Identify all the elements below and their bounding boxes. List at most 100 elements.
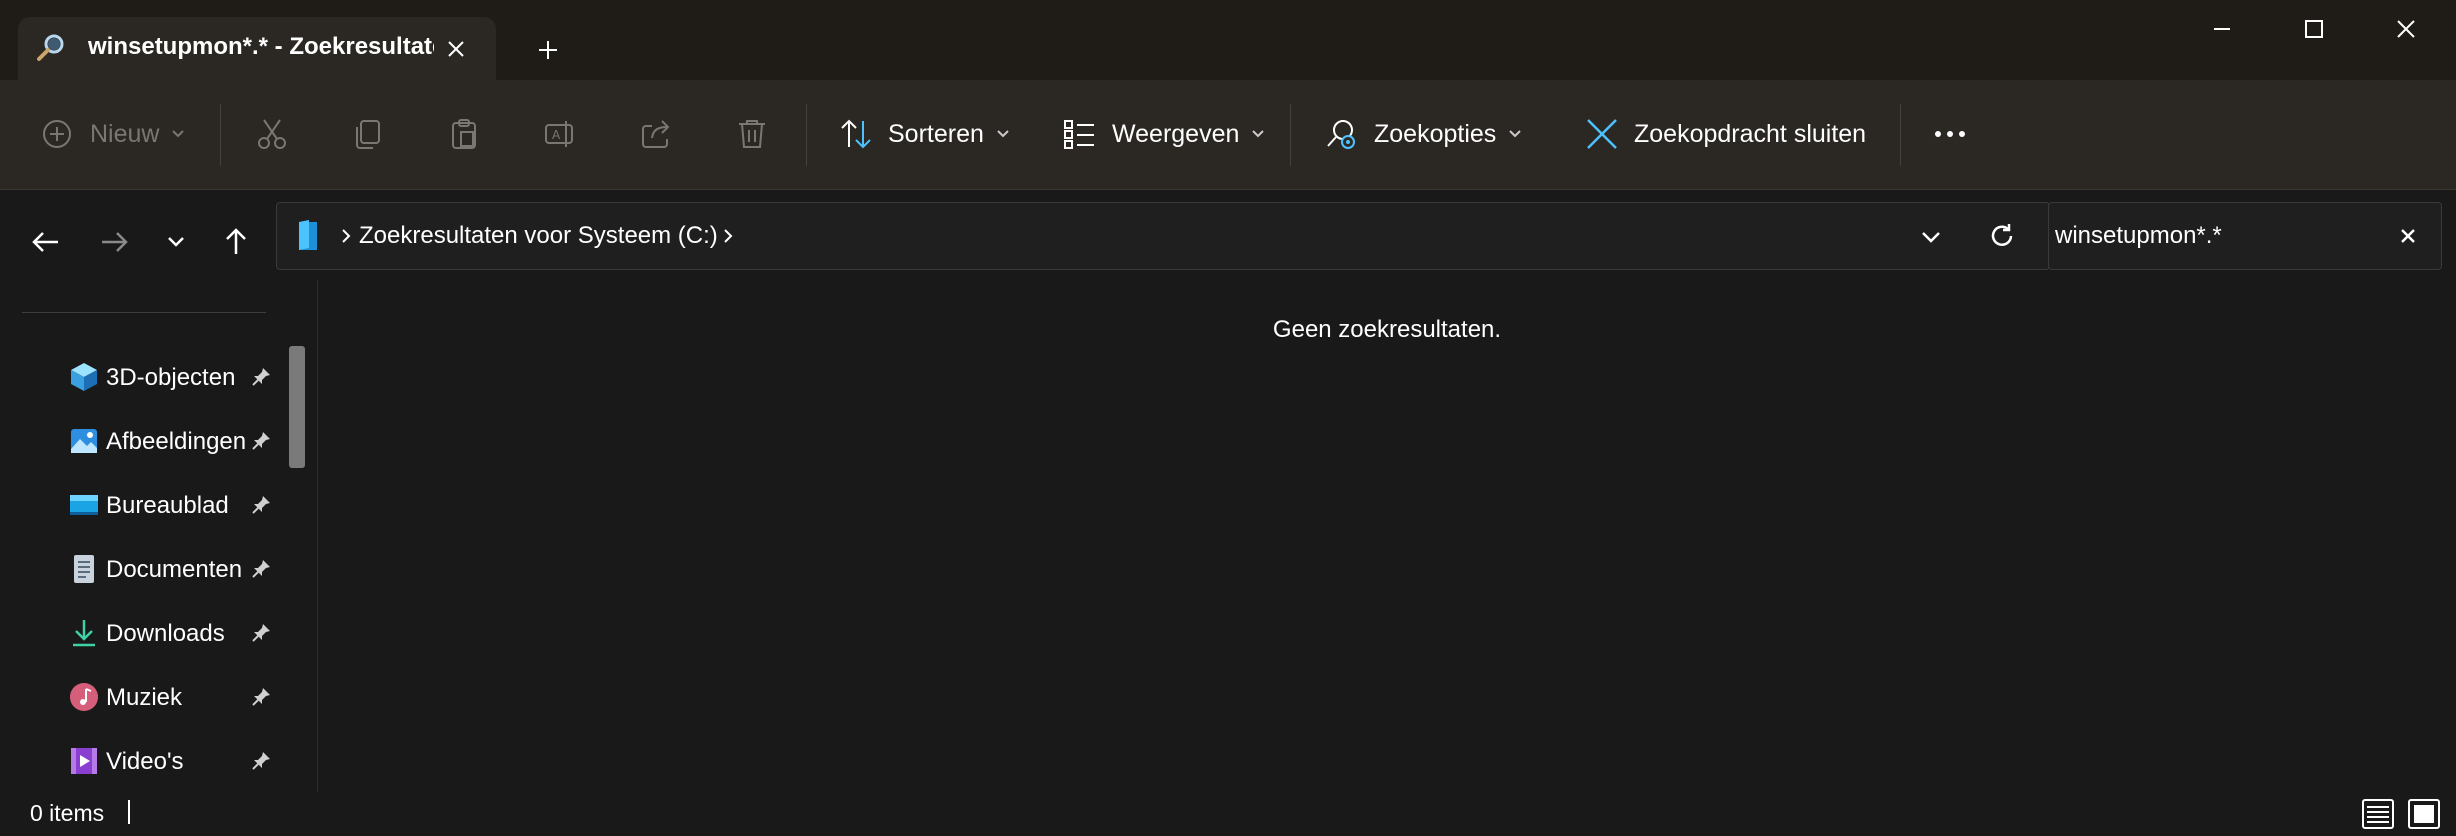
sidebar-item-documents[interactable]: Documenten — [68, 546, 284, 592]
close-icon — [2397, 20, 2415, 38]
paste-icon — [452, 119, 476, 149]
sidebar-item-downloads[interactable]: Downloads — [68, 610, 284, 656]
navigation-pane: 3D-objecten Afbeeldingen Bureaublad Docu… — [0, 280, 318, 792]
recent-locations-button[interactable] — [150, 216, 202, 268]
status-separator — [128, 800, 130, 824]
svg-text:A: A — [552, 128, 561, 142]
pin-icon — [252, 432, 270, 450]
address-history-icon[interactable] — [1917, 223, 1945, 251]
sidebar-item-label: Bureaublad — [106, 492, 229, 519]
sidebar-divider — [22, 312, 266, 313]
details-view-icon — [2362, 799, 2394, 829]
sidebar-item-label: Afbeeldingen — [106, 428, 247, 455]
more-icon — [1935, 131, 1965, 137]
cut-icon — [258, 119, 286, 149]
delete-button[interactable] — [734, 108, 770, 160]
maximize-icon — [2305, 20, 2323, 38]
pin-icon — [252, 688, 270, 706]
status-bar: 0 items — [0, 792, 2456, 836]
toolbar-divider — [1900, 104, 1901, 166]
details-view-button[interactable] — [2360, 796, 2396, 832]
sidebar-item-videos[interactable]: Video's — [68, 738, 284, 784]
search-query[interactable]: winsetupmon*.* — [2055, 222, 2222, 250]
sidebar-item-label: Downloads — [106, 620, 225, 647]
forward-button[interactable] — [88, 216, 140, 268]
sidebar-item-desktop[interactable]: Bureaublad — [68, 482, 284, 528]
sidebar-item-label: Video's — [106, 748, 184, 775]
rename-icon: A — [545, 121, 573, 147]
toolbar-divider — [806, 104, 807, 166]
chevron-down-icon — [168, 237, 184, 247]
sidebar-item-pictures[interactable]: Afbeeldingen — [68, 418, 284, 464]
sidebar-item-label: Muziek — [106, 684, 183, 711]
documents-icon — [74, 555, 94, 583]
command-bar: Nieuw A Sorteren Weergeven Zoekopties Zo… — [0, 80, 2456, 190]
title-bar: winsetupmon*.* - Zoekresultaten in Syste… — [0, 0, 2456, 80]
tab-search-results[interactable]: winsetupmon*.* - Zoekresultaten in Syste… — [18, 17, 496, 80]
chevron-down-icon — [1509, 130, 1522, 138]
sort-icon — [841, 119, 871, 149]
toolbar-divider — [220, 104, 221, 166]
back-button[interactable] — [20, 216, 72, 268]
tab-title: winsetupmon*.* - Zoekresultaten in Syste… — [88, 33, 434, 60]
pin-icon — [252, 496, 270, 514]
view-icon — [1064, 120, 1094, 149]
view-button[interactable]: Weergeven — [1062, 108, 1265, 160]
breadcrumb-location[interactable]: Zoekresultaten voor Systeem (C:) — [359, 222, 718, 250]
search-icon — [37, 34, 64, 61]
pin-icon — [252, 624, 270, 642]
minimize-icon — [2214, 28, 2230, 30]
large-icons-view-icon — [2408, 799, 2440, 829]
file-list-area[interactable]: Geen zoekresultaten. — [318, 280, 2456, 792]
sidebar-item-label: 3D-objecten — [106, 364, 236, 391]
chevron-down-icon — [172, 130, 185, 138]
sidebar-item-3d-objects[interactable]: 3D-objecten — [68, 354, 284, 400]
chevron-down-icon — [1252, 130, 1265, 138]
search-field[interactable]: winsetupmon*.* — [2048, 202, 2442, 270]
pin-icon — [252, 368, 270, 386]
large-icons-view-button[interactable] — [2406, 796, 2442, 832]
search-options-button[interactable]: Zoekopties — [1324, 108, 1522, 160]
search-results-location-icon — [299, 220, 317, 250]
desktop-icon — [70, 495, 98, 515]
view-label: Weergeven — [1112, 119, 1240, 148]
copy-button[interactable] — [350, 108, 386, 160]
sidebar-scroll-thumb[interactable] — [289, 346, 305, 468]
arrow-left-icon — [32, 232, 58, 252]
close-search-button[interactable]: Zoekopdracht sluiten — [1584, 108, 1866, 160]
plus-icon[interactable] — [528, 30, 568, 70]
music-icon — [70, 683, 98, 711]
copy-icon — [356, 120, 380, 149]
cut-button[interactable] — [254, 108, 290, 160]
arrow-up-icon — [226, 228, 246, 254]
close-window-button[interactable] — [2360, 0, 2452, 58]
search-options-label: Zoekopties — [1374, 119, 1497, 148]
pin-icon — [252, 752, 270, 770]
new-button[interactable]: Nieuw — [40, 108, 185, 160]
search-options-icon — [1327, 120, 1355, 149]
item-count: 0 items — [30, 800, 105, 826]
add-circle-icon — [43, 120, 71, 148]
clear-search-icon[interactable] — [2397, 225, 2419, 247]
chevron-right-icon[interactable] — [721, 225, 735, 247]
delete-icon — [739, 120, 765, 148]
chevron-right-icon — [342, 229, 351, 243]
sort-label: Sorteren — [888, 119, 984, 148]
maximize-button[interactable] — [2268, 0, 2360, 58]
pictures-icon — [71, 429, 97, 453]
close-search-label: Zoekopdracht sluiten — [1634, 119, 1867, 148]
close-tab-icon[interactable] — [438, 31, 474, 67]
chevron-down-icon — [997, 130, 1009, 138]
up-button[interactable] — [210, 216, 262, 268]
share-button[interactable] — [638, 108, 674, 160]
paste-button[interactable] — [446, 108, 482, 160]
more-options-button[interactable] — [1932, 108, 1968, 160]
videos-icon — [71, 748, 97, 774]
sidebar-item-music[interactable]: Muziek — [68, 674, 284, 720]
address-bar[interactable]: Zoekresultaten voor Systeem (C:) — [276, 202, 2050, 270]
refresh-icon[interactable] — [1987, 221, 2017, 251]
sort-button[interactable]: Sorteren — [838, 108, 1010, 160]
downloads-icon — [73, 620, 95, 647]
minimize-button[interactable] — [2176, 0, 2268, 58]
rename-button[interactable]: A — [542, 108, 578, 160]
